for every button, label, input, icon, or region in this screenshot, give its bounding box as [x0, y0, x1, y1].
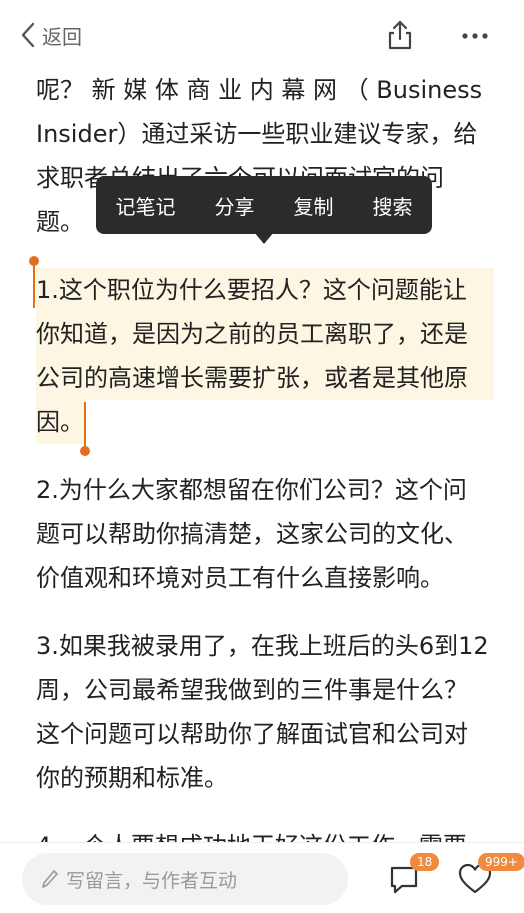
like-count-badge: 999+ — [478, 853, 524, 871]
popup-item-search[interactable]: 搜索 — [373, 191, 413, 220]
text-line: 你的预期和标准。 — [36, 764, 228, 792]
text-line: 3.如果我被录用了，在我上班后的头6到12 — [36, 632, 489, 660]
text-line: 周，公司最希望我做到的三件事是什么？ — [36, 676, 468, 704]
handle-bar — [84, 402, 86, 448]
comment-count-badge: 18 — [410, 853, 440, 871]
share-icon[interactable] — [386, 20, 414, 50]
paragraph-question-1-selected[interactable]: 1.这个职位为什么要招人？这个问题能让 你知道，是因为之前的员工离职了，还是 公… — [36, 268, 494, 444]
paragraph-question-2: 2.为什么大家都想留在你们公司？这个问 题可以帮助你搞清楚，这家公司的文化、 价… — [36, 468, 494, 600]
comment-placeholder: 写留言，与作者互动 — [66, 869, 238, 892]
text-line: 因。 — [36, 400, 84, 444]
popup-arrow — [254, 232, 274, 244]
back-button[interactable]: 返回 — [20, 20, 82, 50]
paragraph-question-3: 3.如果我被录用了，在我上班后的头6到12 周，公司最希望我做到的三件事是什么？… — [36, 624, 494, 800]
back-label: 返回 — [42, 24, 82, 49]
comment-input[interactable]: 写留言，与作者互动 — [22, 853, 348, 905]
selection-end-handle[interactable] — [80, 402, 90, 456]
chevron-left-icon — [21, 22, 35, 48]
text-line: 这个问题可以帮助你了解面试官和公司对 — [36, 720, 468, 748]
text-line: 呢？ 新 媒 体 商 业 内 幕 网 （ Business — [36, 76, 483, 104]
bottom-bar: 写留言，与作者互动 18 999+ — [0, 843, 524, 913]
popup-item-take-note[interactable]: 记笔记 — [116, 191, 176, 220]
pencil-icon — [42, 870, 58, 888]
text-line: Insider）通过采访一些职业建议专家，给 — [36, 120, 478, 148]
popup-item-share[interactable]: 分享 — [215, 191, 255, 220]
text-line: 题可以帮助你搞清楚，这家公司的文化、 — [36, 520, 468, 548]
popup-item-copy[interactable]: 复制 — [294, 191, 334, 220]
top-bar: 返回 — [0, 0, 524, 68]
selection-popup-menu: 记笔记 分享 复制 搜索 — [96, 176, 432, 234]
more-icon[interactable] — [460, 24, 490, 48]
text-line: 1.这个职位为什么要招人？这个问题能让 — [36, 268, 494, 312]
text-line: 你知道，是因为之前的员工离职了，还是 — [36, 312, 494, 356]
handle-dot — [80, 446, 90, 456]
selection-start-handle[interactable] — [29, 256, 39, 308]
text-line: 公司的高速增长需要扩张，或者是其他原 — [36, 356, 494, 400]
handle-bar — [33, 264, 35, 308]
text-line: 价值观和环境对员工有什么直接影响。 — [36, 564, 444, 592]
text-line: 2.为什么大家都想留在你们公司？这个问 — [36, 476, 467, 504]
